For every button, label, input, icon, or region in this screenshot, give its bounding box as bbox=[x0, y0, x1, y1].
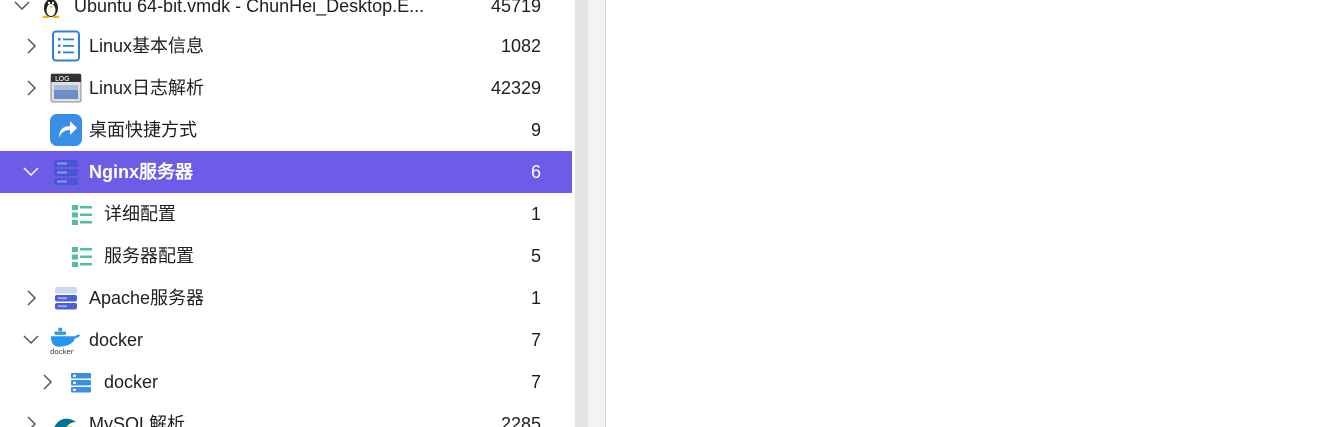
tree-row-label: Ubuntu 64-bit.vmdk - ChunHei_Desktop.E..… bbox=[74, 0, 425, 16]
shortcut-arrow-icon bbox=[50, 114, 82, 146]
chevron-right-icon[interactable] bbox=[22, 415, 40, 427]
svg-text:docker: docker bbox=[50, 347, 74, 356]
linux-penguin-icon bbox=[40, 0, 62, 18]
tree-row-count: 2285 bbox=[500, 414, 541, 427]
tree-row-docker[interactable]: docker docker 7 bbox=[0, 319, 572, 361]
tree-row-label: Linux基本信息 bbox=[89, 36, 205, 56]
tree-row-desktop-shortcuts[interactable]: 桌面快捷方式 9 bbox=[0, 109, 572, 151]
tree-row-ubuntu-vmdk[interactable]: Ubuntu 64-bit.vmdk - ChunHei_Desktop.E..… bbox=[0, 0, 572, 27]
tree-row-linux-log-parse[interactable]: LOG Linux日志解析 42329 bbox=[0, 67, 572, 109]
tree-row-label: Nginx服务器 bbox=[89, 162, 194, 182]
svg-text:LOG: LOG bbox=[55, 75, 70, 83]
tree-row-nginx-server[interactable]: Nginx服务器 6 bbox=[0, 151, 572, 193]
chevron-right-icon[interactable] bbox=[22, 79, 40, 97]
tree-row-count: 6 bbox=[530, 162, 541, 182]
chevron-right-icon[interactable] bbox=[22, 37, 40, 55]
tree-row-detail-config[interactable]: 详细配置 1 bbox=[0, 193, 572, 235]
tree-row-count: 7 bbox=[530, 330, 541, 350]
server-stack-icon bbox=[50, 156, 82, 188]
tree-row-label: docker bbox=[89, 330, 144, 350]
tree-row-count: 45719 bbox=[490, 0, 541, 16]
mysql-dolphin-icon bbox=[50, 408, 82, 427]
tree-row-docker-child[interactable]: docker 7 bbox=[0, 361, 572, 403]
config-list-icon bbox=[71, 204, 93, 226]
evidence-tree[interactable]: Ubuntu 64-bit.vmdk - ChunHei_Desktop.E..… bbox=[0, 0, 572, 427]
tree-row-mysql-parse[interactable]: MySQL解析 2285 bbox=[0, 403, 572, 427]
tree-row-apache-server[interactable]: Apache服务器 1 bbox=[0, 277, 572, 319]
tree-row-count: 1 bbox=[530, 288, 541, 308]
tree-row-label: 详细配置 bbox=[104, 204, 176, 224]
tree-row-count: 1082 bbox=[500, 36, 541, 56]
tree-row-label: docker bbox=[104, 372, 159, 392]
detail-pane bbox=[607, 0, 1342, 427]
config-list-icon bbox=[71, 246, 93, 268]
tree-row-count: 42329 bbox=[490, 78, 541, 98]
chevron-down-icon[interactable] bbox=[13, 0, 31, 15]
tree-row-label: 桌面快捷方式 bbox=[89, 120, 197, 140]
tree-row-linux-basic-info[interactable]: Linux基本信息 1082 bbox=[0, 25, 572, 67]
vertical-scrollbar[interactable] bbox=[575, 0, 588, 427]
chevron-right-icon[interactable] bbox=[38, 373, 56, 391]
pane-splitter[interactable] bbox=[588, 0, 606, 427]
tree-row-count: 5 bbox=[530, 246, 541, 266]
tree-row-count: 9 bbox=[530, 120, 541, 140]
server-stack-icon bbox=[70, 372, 92, 394]
list-document-icon bbox=[50, 30, 82, 62]
chevron-down-icon[interactable] bbox=[22, 331, 40, 349]
log-file-icon: LOG bbox=[50, 72, 82, 104]
tree-row-count: 7 bbox=[530, 372, 541, 392]
app-window: Ubuntu 64-bit.vmdk - ChunHei_Desktop.E..… bbox=[0, 0, 1342, 427]
tree-row-label: Apache服务器 bbox=[89, 288, 205, 308]
tree-row-server-config[interactable]: 服务器配置 5 bbox=[0, 235, 572, 277]
chevron-down-icon[interactable] bbox=[22, 163, 40, 181]
tree-row-count: 1 bbox=[530, 204, 541, 224]
server-stack-icon bbox=[50, 282, 82, 314]
tree-row-label: 服务器配置 bbox=[104, 246, 194, 266]
tree-row-label: Linux日志解析 bbox=[89, 78, 205, 98]
tree-row-label: MySQL解析 bbox=[89, 414, 186, 427]
docker-whale-icon: docker bbox=[49, 324, 81, 356]
chevron-right-icon[interactable] bbox=[22, 289, 40, 307]
